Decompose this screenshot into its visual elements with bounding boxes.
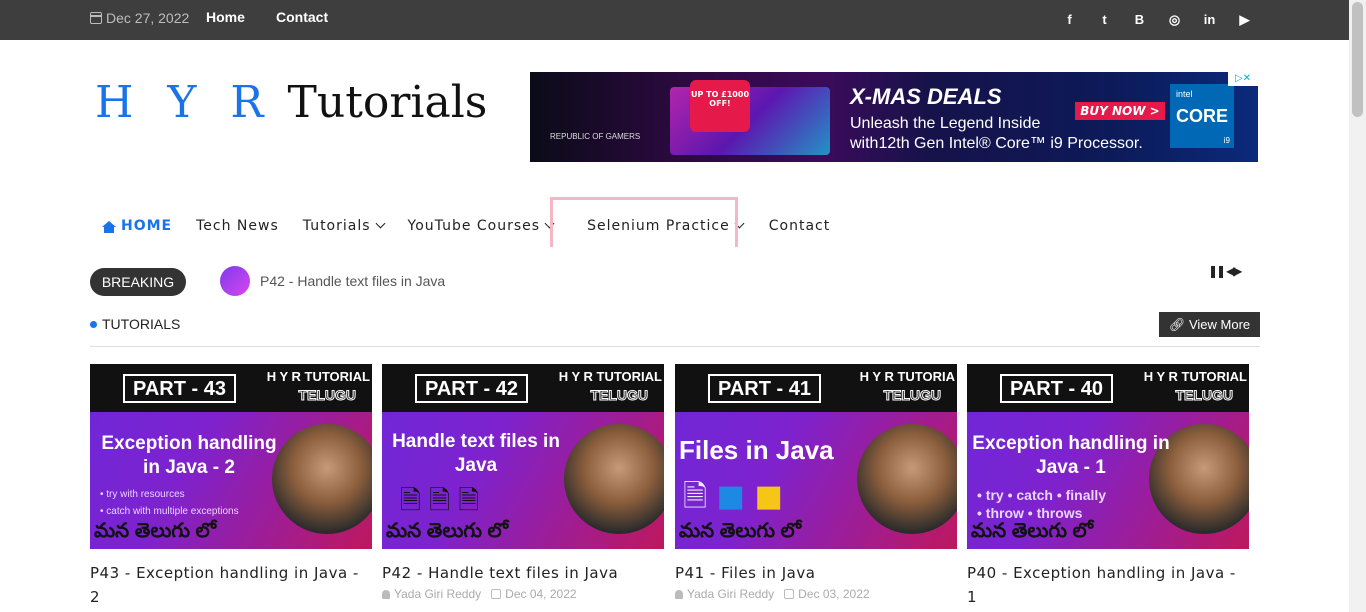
adchoices-icon[interactable]: ▷✕ <box>1228 72 1258 86</box>
nav-youtube-courses[interactable]: YouTube Courses <box>408 218 555 234</box>
post-thumbnail[interactable]: PART - 41 H Y R TUTORIA TELUGU Files in J… <box>675 364 957 549</box>
instagram-icon[interactable]: ◎ <box>1157 12 1192 28</box>
post-card: PART - 40 H Y R TUTORIAL TELUGU Exception… <box>967 364 1249 609</box>
breaking-news-link[interactable]: P42 - Handle text files in Java <box>260 273 445 289</box>
folder-icons: 🗎 ■ ■ <box>683 479 783 514</box>
post-meta: Yada Giri Reddy Dec 03, 2022 <box>675 587 957 601</box>
nav-tutorials[interactable]: Tutorials <box>303 218 385 234</box>
home-icon <box>102 221 116 233</box>
ad-intel-logo: intel CORE i9 <box>1170 84 1234 148</box>
post-card: PART - 42 H Y R TUTORIAL TELUGU Handle te… <box>382 364 664 601</box>
post-card: PART - 43 H Y R TUTORIAL TELUGU Exception… <box>90 364 372 609</box>
blogger-icon[interactable]: B <box>1122 12 1157 28</box>
view-more-button[interactable]: 🔗︎ View More <box>1159 312 1260 337</box>
author-photo <box>564 424 664 534</box>
post-thumbnail[interactable]: PART - 40 H Y R TUTORIAL TELUGU Exception… <box>967 364 1249 549</box>
facebook-icon[interactable]: f <box>1052 12 1087 28</box>
site-logo[interactable]: H Y R Tutorials <box>95 78 487 128</box>
calendar-icon <box>784 589 795 599</box>
ad-headline: X-MAS DEALS <box>850 84 1002 109</box>
calendar-icon <box>90 12 102 24</box>
post-thumbnail[interactable]: PART - 43 H Y R TUTORIAL TELUGU Exception… <box>90 364 372 549</box>
section-divider <box>90 346 1260 347</box>
author-photo <box>272 424 372 534</box>
post-thumbnail[interactable]: PART - 42 H Y R TUTORIAL TELUGU Handle te… <box>382 364 664 549</box>
linkedin-icon[interactable]: in <box>1192 12 1227 28</box>
ticker-controls: ❚❚ ◀▶ <box>1208 264 1242 278</box>
post-title[interactable]: P43 - Exception handling in Java - 2 <box>90 561 372 609</box>
next-icon[interactable]: ▶ <box>1233 264 1242 278</box>
breaking-label: BREAKING <box>90 268 186 296</box>
ad-banner[interactable]: REPUBLIC OF GAMERS UP TO £1000 OFF! X-MA… <box>530 72 1258 162</box>
social-links: f t B ◎ in ▶ <box>1052 12 1262 28</box>
top-date: Dec 27, 2022 <box>90 10 189 26</box>
scrollbar[interactable] <box>1349 0 1366 612</box>
nav-contact[interactable]: Contact <box>769 218 830 234</box>
top-link-home[interactable]: Home <box>206 9 245 25</box>
calendar-icon <box>491 589 502 599</box>
post-title[interactable]: P41 - Files in Java <box>675 561 957 585</box>
scrollbar-thumb[interactable] <box>1352 2 1363 117</box>
post-meta: Yada Giri Reddy Dec 04, 2022 <box>382 587 664 601</box>
ad-discount-badge: UP TO £1000 OFF! <box>690 80 750 132</box>
top-link-contact[interactable]: Contact <box>276 9 328 25</box>
user-icon <box>675 590 683 599</box>
section-title: TUTORIALS <box>90 316 180 332</box>
ad-rog-text: REPUBLIC OF GAMERS <box>550 132 641 141</box>
user-icon <box>382 590 390 599</box>
post-card: PART - 41 H Y R TUTORIA TELUGU Files in J… <box>675 364 957 601</box>
twitter-icon[interactable]: t <box>1087 12 1122 28</box>
pause-icon[interactable]: ❚❚ <box>1208 264 1226 278</box>
chevron-down-icon <box>375 218 385 229</box>
link-icon: 🔗︎ <box>1168 317 1186 332</box>
post-title[interactable]: P42 - Handle text files in Java <box>382 561 664 585</box>
section-dot-icon <box>90 321 97 328</box>
breaking-thumbnail[interactable] <box>220 266 250 296</box>
top-bar: Dec 27, 2022 Home Contact f t B ◎ in ▶ <box>0 0 1366 40</box>
nav-tech-news[interactable]: Tech News <box>196 218 279 234</box>
nav-home[interactable]: HOME <box>102 218 172 234</box>
main-nav: HOME Tech News Tutorials YouTube Courses… <box>90 205 854 247</box>
author-photo <box>857 424 957 534</box>
ad-copy: Unleash the Legend Inside with12th Gen In… <box>850 115 1143 152</box>
youtube-icon[interactable]: ▶ <box>1227 12 1262 28</box>
post-title[interactable]: P40 - Exception handling in Java - 1 <box>967 561 1249 609</box>
